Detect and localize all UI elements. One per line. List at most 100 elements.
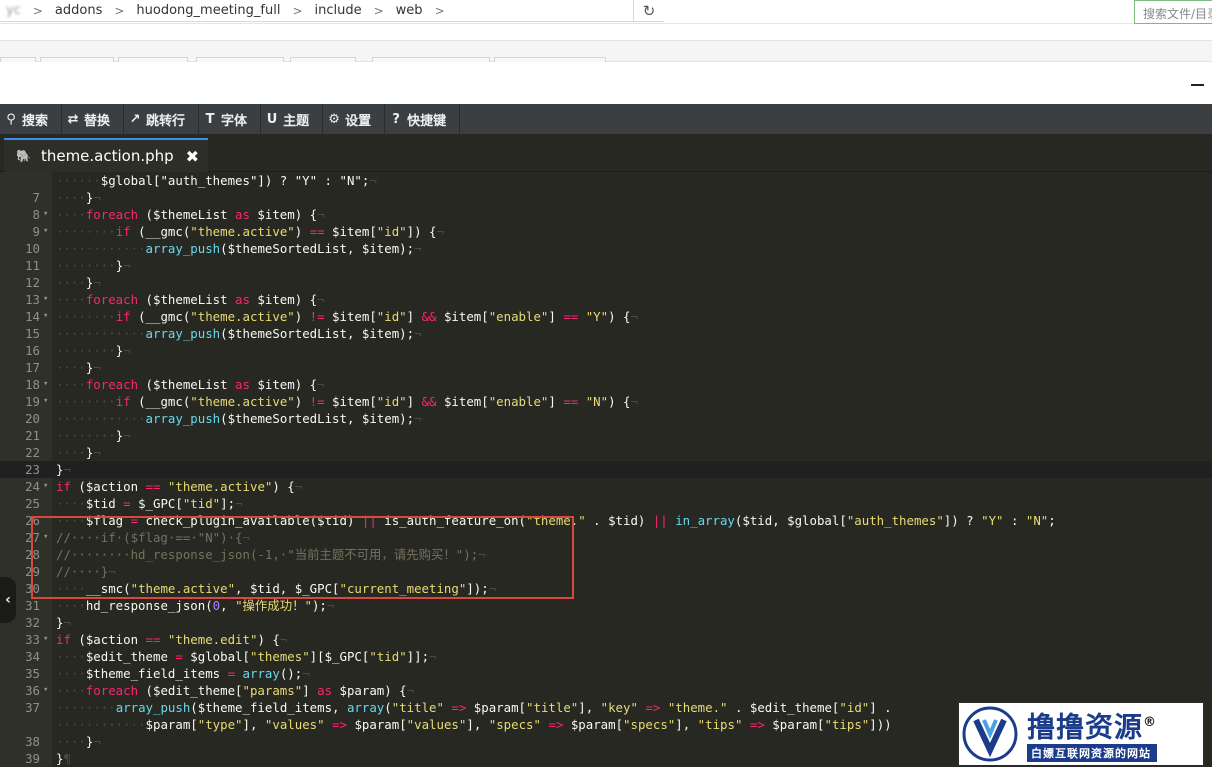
code-line[interactable]: 31 ····hd_response_json(0, "操作成功！");¬ <box>0 597 1212 614</box>
breadcrumb-item[interactable]: include <box>309 3 368 18</box>
refresh-button[interactable]: ↻ <box>634 0 664 22</box>
code-token: array_push <box>115 700 191 715</box>
code-text: }¶ <box>56 750 71 767</box>
fold-arrow-icon[interactable]: ▾ <box>43 393 48 410</box>
code-line[interactable]: 11 ········}¬ <box>0 257 1212 274</box>
code-line[interactable]: 9 ▾ ········if (__gmc("theme.active") == $… <box>0 223 1212 240</box>
settings-button[interactable]: ⚙ 设置 <box>323 104 386 134</box>
code-token: ········ <box>56 428 116 443</box>
line-number: 10 <box>25 241 40 256</box>
tool-label: 字体 <box>221 113 248 129</box>
fold-arrow-icon[interactable]: ▾ <box>43 223 48 240</box>
code-editor[interactable]: ······$global["auth_themes"]) ? "Y" : "N… <box>0 172 1212 767</box>
code-text: ············$param["type"], "values" => … <box>56 716 892 733</box>
code-token: ¬ <box>93 445 101 460</box>
code-line[interactable]: 15 ············array_push($themeSortedLis… <box>0 325 1212 342</box>
fold-arrow-icon[interactable]: ▾ <box>43 376 48 393</box>
jump-line-button[interactable]: ↗ 跳转行 <box>124 104 200 134</box>
code-line[interactable]: 10 ············array_push($themeSortedLis… <box>0 240 1212 257</box>
code-token: "enable" <box>488 309 549 324</box>
code-text: if ($action == "theme.edit") {¬ <box>56 631 287 648</box>
replace-icon: ⇄ <box>67 111 79 127</box>
code-line[interactable]: 13 ▾ ····foreach ($themeList as $item) {¬ <box>0 291 1212 308</box>
code-text: ········array_push($theme_field_items, a… <box>56 699 892 716</box>
code-line[interactable]: 18 ▾ ····foreach ($themeList as $item) {¬ <box>0 376 1212 393</box>
line-number: 34 <box>25 649 40 664</box>
code-text: ····}¬ <box>56 189 101 206</box>
code-line[interactable]: ······$global["auth_themes"]) ? "Y" : "N… <box>0 172 1212 189</box>
code-token: $tid <box>85 496 124 511</box>
code-token: array_push <box>145 241 221 256</box>
code-token: "theme." <box>667 700 728 715</box>
code-line[interactable]: 36 ▾ ····foreach ($edit_theme["params"] as… <box>0 682 1212 699</box>
code-text: ········if (__gmc("theme.active") == $it… <box>56 223 444 240</box>
code-text: ············array_push($themeSortedList,… <box>56 325 422 342</box>
code-line[interactable]: 21 ········}¬ <box>0 427 1212 444</box>
file-search-input[interactable]: 搜索文件/目录 <box>1134 0 1212 24</box>
fold-arrow-icon[interactable]: ▾ <box>43 308 48 325</box>
code-token: ], <box>466 717 489 732</box>
font-button[interactable]: T 字体 <box>199 104 262 134</box>
code-line[interactable]: 19 ▾ ········if (__gmc("theme.active") != … <box>0 393 1212 410</box>
breadcrumb-item[interactable]: yc <box>0 3 27 18</box>
breadcrumb-item[interactable]: web <box>390 3 429 18</box>
code-line[interactable]: 23}¬ <box>0 461 1212 478</box>
code-token: array <box>346 700 385 715</box>
code-token: ···· <box>56 190 86 205</box>
code-token: "theme.edit" <box>167 632 258 647</box>
fold-arrow-icon[interactable]: ▾ <box>43 631 48 648</box>
close-icon[interactable]: ✖ <box>186 147 199 166</box>
shortcuts-button[interactable]: ? 快捷键 <box>385 104 461 134</box>
file-tab[interactable]: 🐘 theme.action.php ✖ <box>4 138 208 172</box>
code-token: ], <box>242 717 265 732</box>
minimize-button[interactable] <box>1191 84 1204 86</box>
code-line[interactable]: 8 ▾ ····foreach ($themeList as $item) {¬ <box>0 206 1212 223</box>
code-token: ···· <box>56 683 86 698</box>
code-line[interactable]: 24 ▾ if ($action == "theme.active") {¬ <box>0 478 1212 495</box>
code-text: ····}¬ <box>56 359 101 376</box>
code-line[interactable]: 7 ····}¬ <box>0 189 1212 206</box>
code-token: $param[ <box>346 717 407 732</box>
code-line[interactable]: 32}¬ <box>0 614 1212 631</box>
code-token: ············ <box>56 717 146 732</box>
code-token: ($themeSortedList, $item); <box>220 326 415 341</box>
replace-button[interactable]: ⇄ 替换 <box>62 104 125 134</box>
breadcrumb-item[interactable]: huodong_meeting_full <box>130 3 286 18</box>
theme-button[interactable]: U 主题 <box>261 104 324 134</box>
code-line[interactable]: 22 ····}¬ <box>0 444 1212 461</box>
registered-mark: ® <box>1143 714 1158 730</box>
fold-arrow-icon[interactable]: ▾ <box>43 291 48 308</box>
code-line[interactable]: 25 ····$tid = $_GPC["tid"];¬ <box>0 495 1212 512</box>
code-line[interactable]: 35 ····$theme_field_items = array();¬ <box>0 665 1212 682</box>
code-line[interactable]: 14 ▾ ········if (__gmc("theme.active") != … <box>0 308 1212 325</box>
code-token: "theme.active" <box>190 309 295 324</box>
code-line[interactable]: 16 ········}¬ <box>0 342 1212 359</box>
code-line[interactable]: 12 ····}¬ <box>0 274 1212 291</box>
breadcrumb-item[interactable]: addons <box>49 3 108 18</box>
collapse-panel-button[interactable]: ‹ <box>0 577 16 623</box>
code-line[interactable]: 17 ····}¬ <box>0 359 1212 376</box>
code-token: as <box>317 683 333 698</box>
code-token: array_push <box>145 411 221 426</box>
fold-arrow-icon[interactable]: ▾ <box>43 206 48 223</box>
chevron-left-icon: ‹ <box>5 592 11 608</box>
line-number: 33 <box>25 632 40 647</box>
code-token: "操作成功！" <box>235 598 312 613</box>
code-token: (__gmc( <box>130 309 191 324</box>
code-token: ········ <box>56 258 116 273</box>
tool-label: 设置 <box>345 113 372 129</box>
fold-arrow-icon[interactable]: ▾ <box>43 682 48 699</box>
code-token: "id" <box>376 394 407 409</box>
php-file-icon: 🐘 <box>16 149 31 163</box>
fold-arrow-icon[interactable]: ▾ <box>43 478 48 495</box>
code-token: "theme.active" <box>167 479 273 494</box>
line-number: 12 <box>25 275 40 290</box>
code-line[interactable]: 33 ▾ if ($action == "theme.edit") {¬ <box>0 631 1212 648</box>
code-line[interactable]: 34 ····$edit_theme = $global["themes"][$_… <box>0 648 1212 665</box>
jump-icon: ↗ <box>129 111 141 127</box>
code-token: ) <box>294 394 310 409</box>
code-line[interactable]: 20 ············array_push($themeSortedLis… <box>0 410 1212 427</box>
search-button[interactable]: ⚲ 搜索 <box>0 104 63 134</box>
code-token: ¬ <box>369 173 377 188</box>
code-text: ····foreach ($edit_theme["params"] as $p… <box>56 682 414 699</box>
